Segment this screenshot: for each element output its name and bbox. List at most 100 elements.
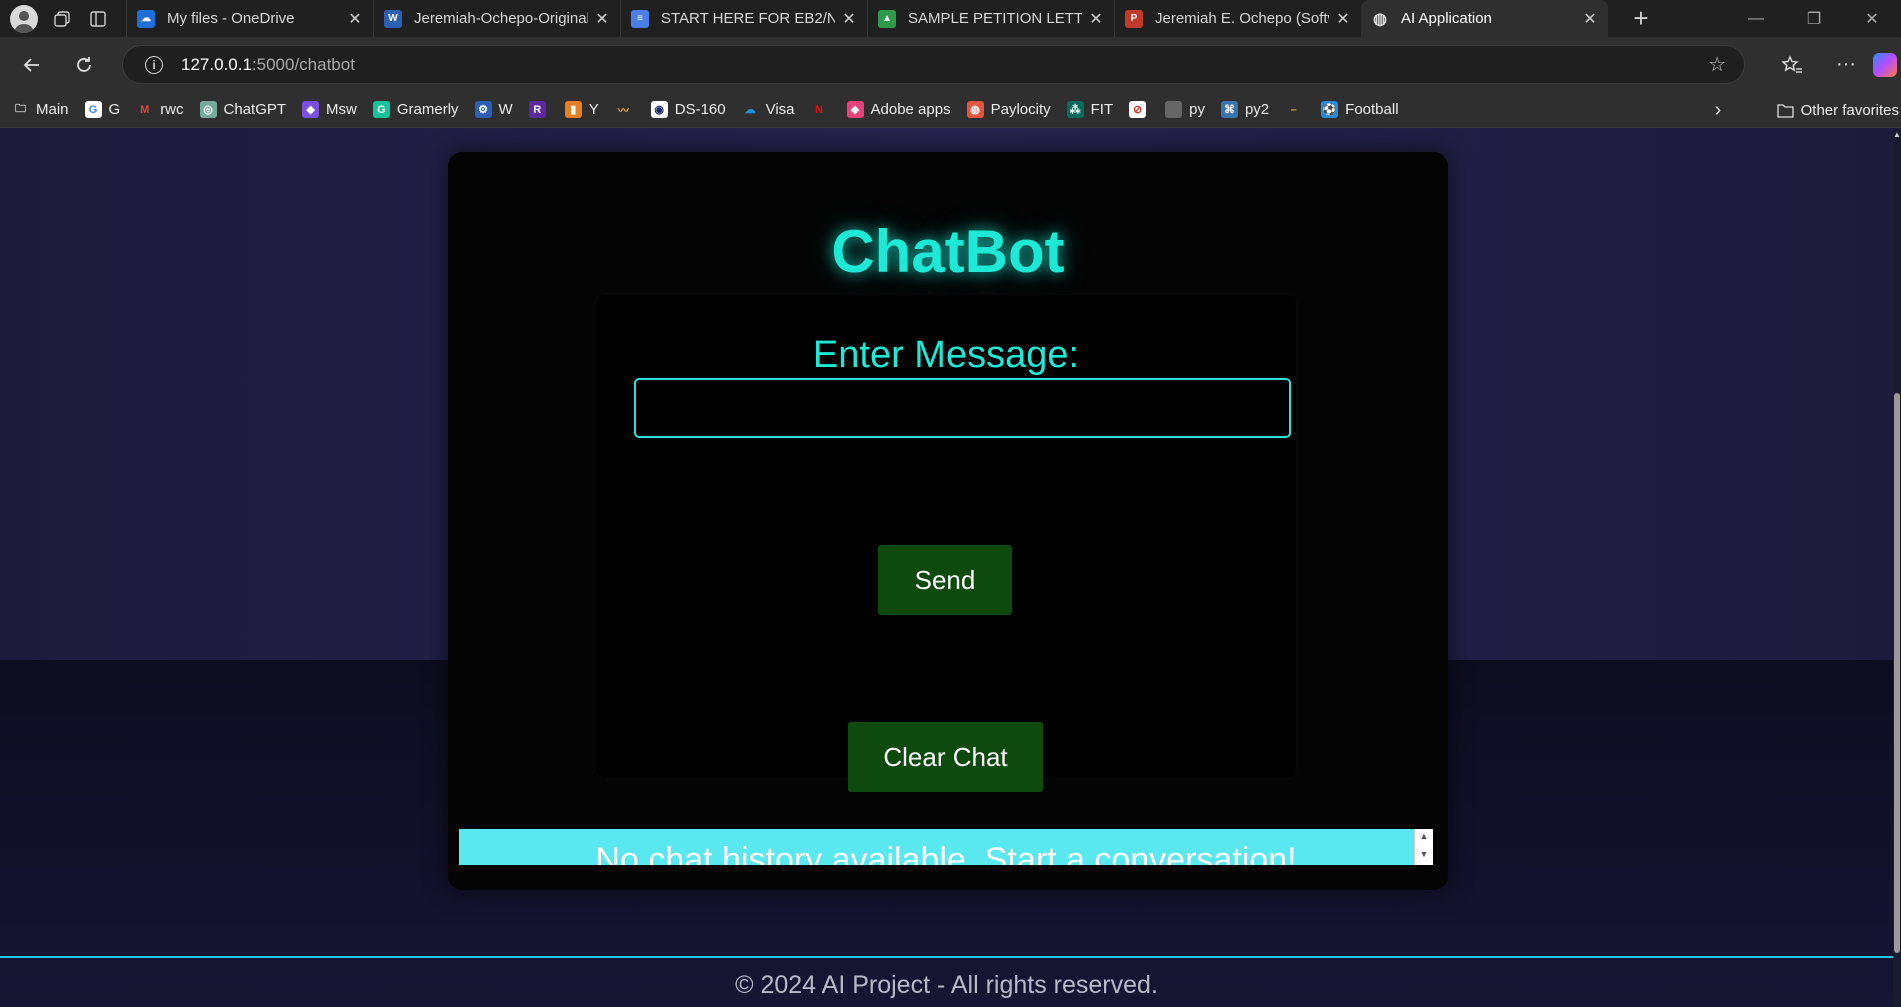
close-tab-icon[interactable]: ✕ xyxy=(1582,9,1598,29)
chatgpt-icon: ◎ xyxy=(199,101,217,118)
favorite-py[interactable]: py xyxy=(1165,101,1205,118)
dash-icon: – xyxy=(1290,103,1297,116)
tab-title: Jeremiah E. Ochepo (Software xyxy=(1155,10,1329,27)
more-options-icon[interactable]: ··· xyxy=(1819,53,1873,76)
close-tab-icon[interactable]: ✕ xyxy=(841,9,857,29)
paylocity-icon: ◍ xyxy=(966,101,984,118)
tab-title: My files - OneDrive xyxy=(167,10,295,27)
back-button[interactable] xyxy=(12,45,52,85)
docs-icon: ≡ xyxy=(631,9,649,28)
browser-tab[interactable]: ▲ SAMPLE PETITION LETTER ✕ xyxy=(867,0,1114,37)
scroll-up-arrow-icon[interactable]: ▲ xyxy=(1415,831,1433,841)
send-button[interactable]: Send xyxy=(878,545,1012,615)
workspaces-icon[interactable] xyxy=(50,7,74,31)
page-scrollbar[interactable]: ▲ xyxy=(1893,128,1901,1007)
favorites-icon[interactable] xyxy=(1765,54,1819,76)
tab-title: START HERE FOR EB2/NIW xyxy=(661,10,835,27)
browser-tab[interactable]: ≡ START HERE FOR EB2/NIW ✕ xyxy=(620,0,867,37)
close-tab-icon[interactable]: ✕ xyxy=(1088,9,1104,29)
chevron-right-icon[interactable]: › xyxy=(1715,99,1737,122)
favorite-football[interactable]: ⚽ Football xyxy=(1321,101,1399,118)
url-text[interactable]: 127.0.0.1:5000/chatbot xyxy=(181,55,355,75)
favorite-gramerly[interactable]: G Gramerly xyxy=(372,101,459,118)
chat-form: Enter Message: Send Clear Chat xyxy=(596,295,1296,792)
favorite-rwc[interactable]: Mrwc xyxy=(136,101,183,118)
favorite-label: Gramerly xyxy=(396,101,459,118)
favorite-adobe-apps[interactable]: ◈ Adobe apps xyxy=(846,101,951,118)
tab-title: Jeremiah-Ochepo-Original xyxy=(414,10,588,27)
favorite-g[interactable]: GG xyxy=(84,101,120,118)
favorite-netflix[interactable]: N xyxy=(811,101,835,118)
other-favorites-label: Other favorites xyxy=(1800,101,1899,119)
browser-tab[interactable]: W Jeremiah-Ochepo-Original ✕ xyxy=(373,0,620,37)
page-title: ChatBot xyxy=(831,218,1065,285)
chart-icon: 〰 xyxy=(617,104,629,117)
favorite-compass[interactable]: ⊘ xyxy=(1129,101,1153,118)
footer-copyright: © 2024 AI Project - All rights reserved. xyxy=(735,971,1158,999)
add-favorite-star-icon[interactable]: ☆ xyxy=(1708,52,1726,77)
favorite-dash[interactable]: – xyxy=(1285,101,1309,118)
footer-divider xyxy=(0,956,1893,958)
favorite-w[interactable]: ⚙ W xyxy=(474,101,513,118)
favorite-py2[interactable]: ⌘ py2 xyxy=(1220,101,1270,118)
favorite-label: Adobe apps xyxy=(870,101,951,118)
minimize-button[interactable]: — xyxy=(1727,0,1785,37)
globe-icon xyxy=(1165,101,1183,118)
close-window-button[interactable]: ✕ xyxy=(1843,0,1901,37)
favorite-ds-160[interactable]: ◉ DS-160 xyxy=(650,101,726,118)
favorite-main[interactable]: 🗀 Main xyxy=(12,101,69,118)
tab-title: AI Application xyxy=(1401,10,1492,27)
restore-button[interactable]: ❐ xyxy=(1785,0,1843,37)
refresh-button[interactable] xyxy=(64,45,104,85)
chat-history-empty-text: No chat history available. Start a conve… xyxy=(595,841,1297,865)
favorite-label: py2 xyxy=(1244,101,1270,118)
favorite-label: py xyxy=(1189,101,1205,118)
vertical-tabs-icon[interactable] xyxy=(86,7,110,31)
favorites-bar: 🗀 Main G G Mrwc ◎ ChatGPT ◆ Msw G Gramerly ⚙ W R ▮ Y 〰 ◉ D… xyxy=(0,92,1901,128)
new-tab-button[interactable]: + xyxy=(1626,3,1656,34)
fit-icon: ⁂ xyxy=(1066,101,1084,118)
close-tab-icon[interactable]: ✕ xyxy=(347,9,363,29)
favorite-label: Main xyxy=(36,101,69,118)
clear-chat-button[interactable]: Clear Chat xyxy=(848,722,1043,792)
favorite-r[interactable]: R xyxy=(528,101,553,118)
favorite-chart[interactable]: 〰 xyxy=(615,101,639,118)
favorite-label: Y xyxy=(588,101,599,118)
grammarly-icon: G xyxy=(372,101,390,118)
site-info-icon[interactable]: i xyxy=(145,55,163,74)
copilot-icon[interactable] xyxy=(1873,52,1897,77)
y-icon: ▮ xyxy=(564,101,582,118)
favorite-fit[interactable]: ⁂ FIT xyxy=(1066,101,1114,118)
favorite-label: Msw xyxy=(326,101,357,118)
address-bar[interactable]: i 127.0.0.1:5000/chatbot ☆ xyxy=(122,45,1745,84)
page-scroll-up-icon[interactable]: ▲ xyxy=(1893,130,1901,139)
browser-tab[interactable]: P Jeremiah E. Ochepo (Software ✕ xyxy=(1114,0,1361,37)
favorite-chatgpt[interactable]: ◎ ChatGPT xyxy=(199,101,287,118)
scroll-down-arrow-icon[interactable]: ▼ xyxy=(1415,849,1433,859)
message-input[interactable] xyxy=(634,378,1291,438)
browser-tab[interactable]: ☁ My files - OneDrive ✕ xyxy=(126,0,373,37)
w-icon: ⚙ xyxy=(474,101,492,118)
favorite-msw[interactable]: ◆ Msw xyxy=(302,101,357,118)
python-icon: ⌘ xyxy=(1220,101,1238,118)
football-icon: ⚽ xyxy=(1321,101,1339,118)
tab-title: SAMPLE PETITION LETTER xyxy=(908,10,1082,27)
close-tab-icon[interactable]: ✕ xyxy=(594,9,610,29)
page-scroll-thumb[interactable] xyxy=(1894,393,1900,953)
onedrive-icon: ☁ xyxy=(137,9,155,28)
chat-history-box[interactable]: No chat history available. Start a conve… xyxy=(459,829,1433,865)
browser-tab[interactable]: ◍ AI Application ✕ xyxy=(1361,0,1608,37)
chatbot-page: ChatBot Enter Message: Send Clear Chat N… xyxy=(0,128,1901,1007)
history-scrollbar[interactable]: ▲ ▼ xyxy=(1414,829,1433,865)
favorite-y[interactable]: ▮ Y xyxy=(564,101,599,118)
drive-icon: ▲ xyxy=(878,9,896,28)
favorite-label: FIT xyxy=(1090,101,1114,118)
favorite-label: ChatGPT xyxy=(223,101,287,118)
favorite-label: Visa xyxy=(765,101,795,118)
favorite-label: DS-160 xyxy=(674,101,726,118)
other-favorites-folder[interactable]: Other favorites xyxy=(1776,101,1899,119)
profile-avatar-icon[interactable] xyxy=(10,4,38,33)
favorite-visa[interactable]: ☁ Visa xyxy=(742,101,795,118)
close-tab-icon[interactable]: ✕ xyxy=(1335,9,1351,29)
favorite-paylocity[interactable]: ◍ Paylocity xyxy=(966,101,1051,118)
